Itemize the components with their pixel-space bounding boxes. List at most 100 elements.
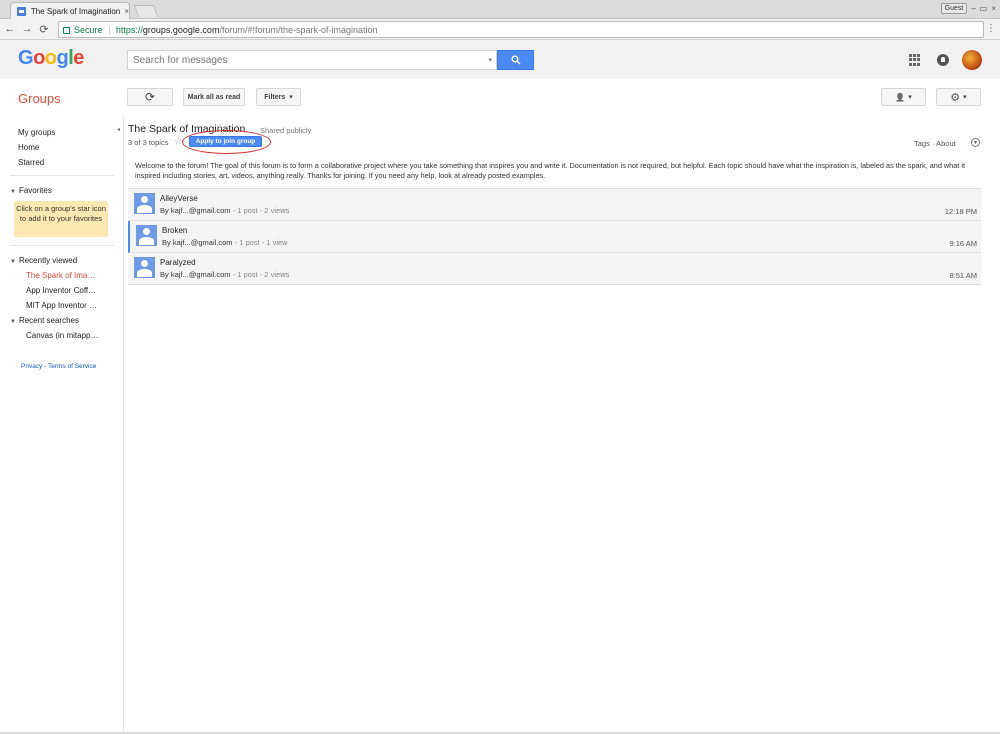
search-input[interactable] xyxy=(133,54,473,66)
topic-meta: By kajf...@gmail.com - 1 post - 2 views xyxy=(160,206,289,215)
about-chevron-icon[interactable]: ▼ xyxy=(971,138,980,147)
new-tab-button[interactable] xyxy=(133,5,159,17)
star-icon[interactable]: ☆ xyxy=(174,136,182,147)
topic-count: 3 of 3 topics xyxy=(128,138,169,147)
account-avatar[interactable] xyxy=(962,50,982,70)
topic-stats: - 1 post - 1 view xyxy=(232,238,288,247)
close-window-button[interactable]: × xyxy=(991,4,996,13)
google-header: Google ▾ xyxy=(0,40,1000,79)
left-sidebar: ◂ My groups Home Starred ▼ Favorites Clic… xyxy=(0,117,124,734)
filters-label: Filters xyxy=(264,93,286,101)
forward-arrow-icon[interactable]: → xyxy=(20,23,34,35)
search-box[interactable]: ▾ xyxy=(127,50,497,70)
groups-app-title[interactable]: Groups xyxy=(18,91,61,106)
logo-letter: e xyxy=(73,47,84,69)
browser-tab[interactable]: The Spark of Imagination × xyxy=(10,2,130,19)
person-settings-icon: 👤 xyxy=(895,92,906,102)
topic-subject[interactable]: Broken xyxy=(162,226,187,235)
topic-time: 12:18 PM xyxy=(944,207,977,216)
tab-title: The Spark of Imagination xyxy=(30,6,121,16)
author-avatar-icon xyxy=(136,225,157,246)
expand-triangle-icon: ▼ xyxy=(10,189,16,195)
browser-tab-strip: The Spark of Imagination × Guest – ▭ × xyxy=(0,0,1000,19)
browser-menu-icon[interactable]: ⋮ xyxy=(986,23,996,34)
chevron-down-icon: ▾ xyxy=(908,94,912,101)
topic-time: 8:51 AM xyxy=(949,271,977,280)
favorites-heading[interactable]: ▼ Favorites xyxy=(10,186,52,195)
table-row[interactable]: AlleyVerse By kajf...@gmail.com - 1 post… xyxy=(128,189,981,221)
secure-label: Secure xyxy=(74,24,103,35)
topic-author: By kajf...@gmail.com xyxy=(160,206,231,215)
recent-group-spark[interactable]: The Spark of Ima… xyxy=(26,271,95,280)
topic-author: By kajf...@gmail.com xyxy=(160,270,231,279)
topic-subject[interactable]: AlleyVerse xyxy=(160,194,198,203)
collapse-sidebar-icon[interactable]: ◂ xyxy=(117,126,120,133)
topic-subject[interactable]: Paralyzed xyxy=(160,258,196,267)
refresh-button[interactable]: ⟳ xyxy=(127,88,173,106)
sidebar-divider xyxy=(10,175,114,176)
browser-toolbar: ← → ⟳ Secure | https:// groups.google.co… xyxy=(0,19,1000,40)
search-icon xyxy=(511,55,521,65)
refresh-icon: ⟳ xyxy=(144,90,156,104)
search-options-chevron-icon[interactable]: ▾ xyxy=(488,56,492,64)
topic-meta: By kajf...@gmail.com - 1 post - 2 views xyxy=(160,270,289,279)
gear-icon: ⚙ xyxy=(950,91,961,104)
recent-group-app-inventor-coffee[interactable]: App Inventor Coff… xyxy=(26,286,96,295)
sidebar-item-starred[interactable]: Starred xyxy=(18,158,44,167)
minimize-button[interactable]: – xyxy=(971,4,975,13)
omnibox-separator: | xyxy=(108,24,111,35)
topic-list: AlleyVerse By kajf...@gmail.com - 1 post… xyxy=(128,188,981,285)
logo-letter: o xyxy=(33,47,45,69)
lock-icon xyxy=(63,27,70,34)
table-row[interactable]: Paralyzed By kajf...@gmail.com - 1 post … xyxy=(128,253,981,285)
groups-action-bar: Groups ⟳ Mark all as read Filters ▾ 👤 ▾ … xyxy=(0,79,1000,117)
search-button[interactable] xyxy=(497,50,534,70)
back-arrow-icon[interactable]: ← xyxy=(3,23,17,35)
logo-letter: g xyxy=(56,47,69,69)
tab-close-icon[interactable]: × xyxy=(124,7,129,16)
sidebar-item-home[interactable]: Home xyxy=(18,143,39,152)
recent-searches-label: Recent searches xyxy=(18,316,79,325)
recently-viewed-label: Recently viewed xyxy=(18,256,78,265)
author-avatar-icon xyxy=(134,257,155,278)
url-protocol: https:// xyxy=(115,24,143,35)
apps-grid-icon[interactable] xyxy=(909,54,921,66)
reload-icon[interactable]: ⟳ xyxy=(37,23,51,36)
welcome-message: Welcome to the forum! The goal of this f… xyxy=(135,161,965,180)
address-bar[interactable]: Secure | https:// groups.google.com /for… xyxy=(58,21,984,38)
recently-viewed-heading[interactable]: ▼ Recently viewed xyxy=(10,256,77,265)
member-settings-button[interactable]: 👤 ▾ xyxy=(881,88,926,106)
logo-letter: o xyxy=(44,47,57,69)
recent-group-mit-app-inventor[interactable]: MIT App Inventor … xyxy=(26,301,97,310)
google-logo[interactable]: Google xyxy=(18,47,84,70)
visibility-label: Shared publicly xyxy=(260,126,312,135)
notifications-bell-icon[interactable] xyxy=(937,54,949,66)
expand-triangle-icon: ▼ xyxy=(10,319,16,325)
mark-all-read-button[interactable]: Mark all as read xyxy=(183,88,245,106)
settings-button[interactable]: ⚙ ▾ xyxy=(936,88,981,106)
maximize-button[interactable]: ▭ xyxy=(980,4,988,13)
topic-stats: - 1 post - 2 views xyxy=(230,270,290,279)
filters-button[interactable]: Filters ▾ xyxy=(256,88,301,106)
favorites-label: Favorites xyxy=(18,186,52,195)
favorites-hint: Click on a group's star icon to add it t… xyxy=(14,201,108,237)
topic-stats: - 1 post - 2 views xyxy=(230,206,290,215)
guest-badge[interactable]: Guest xyxy=(940,3,968,14)
url-path: /forum/#!forum/the-spark-of-imagination xyxy=(219,24,378,35)
author-avatar-icon xyxy=(134,193,155,214)
tags-about-links[interactable]: Tags · About xyxy=(914,139,956,148)
sidebar-item-my-groups[interactable]: My groups xyxy=(18,128,55,137)
chevron-down-icon: ▾ xyxy=(289,94,293,101)
expand-triangle-icon: ▼ xyxy=(10,259,16,265)
topic-meta: By kajf...@gmail.com - 1 post - 1 view xyxy=(162,238,288,247)
sidebar-divider xyxy=(10,245,114,246)
recent-searches-heading[interactable]: ▼ Recent searches xyxy=(10,316,79,325)
table-row[interactable]: Broken By kajf...@gmail.com - 1 post - 1… xyxy=(128,221,981,253)
recent-search-canvas[interactable]: Canvas (in mitapp… xyxy=(26,331,98,340)
privacy-terms-link[interactable]: Privacy - Terms of Service xyxy=(21,363,96,370)
apply-to-join-button[interactable]: Apply to join group xyxy=(189,136,262,147)
topic-author: By kajf...@gmail.com xyxy=(162,238,233,247)
topic-time: 9:16 AM xyxy=(949,239,977,248)
url-host: groups.google.com xyxy=(142,24,220,35)
groups-favicon-icon xyxy=(17,6,26,16)
